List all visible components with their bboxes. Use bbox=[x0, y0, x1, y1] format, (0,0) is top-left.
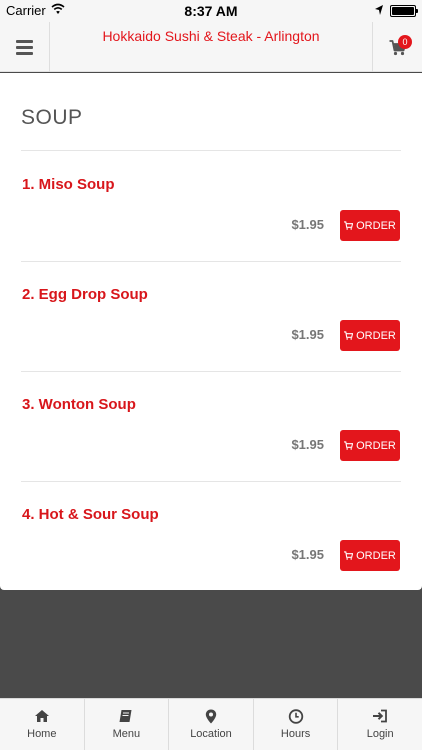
menu-item-price: $1.95 bbox=[291, 547, 324, 562]
book-icon bbox=[119, 710, 132, 722]
clock-icon bbox=[288, 709, 303, 724]
cart-icon bbox=[344, 551, 354, 560]
hamburger-bar bbox=[16, 45, 33, 49]
tab-label: Home bbox=[27, 728, 57, 740]
menu-item-price: $1.95 bbox=[291, 327, 324, 342]
tab-location[interactable]: Location bbox=[169, 699, 254, 750]
hamburger-menu-button[interactable] bbox=[0, 22, 50, 72]
order-label: ORDER bbox=[356, 549, 396, 562]
divider bbox=[21, 371, 401, 372]
order-button[interactable]: ORDER bbox=[340, 320, 400, 351]
order-label: ORDER bbox=[356, 329, 396, 342]
menu-section-card: SOUP 1. Miso Soup $1.95 ORDER 2. Egg Dro… bbox=[0, 73, 422, 590]
tab-hours[interactable]: Hours bbox=[254, 699, 339, 750]
order-label: ORDER bbox=[356, 219, 396, 232]
menu-item-price: $1.95 bbox=[291, 437, 324, 452]
tab-label: Location bbox=[190, 728, 232, 740]
cart-icon bbox=[344, 221, 354, 230]
cart-icon bbox=[344, 331, 354, 340]
home-icon bbox=[34, 710, 49, 722]
cart-count-badge: 0 bbox=[398, 35, 412, 49]
divider bbox=[21, 481, 401, 482]
divider bbox=[21, 150, 401, 151]
order-button[interactable]: ORDER bbox=[340, 540, 400, 571]
order-label: ORDER bbox=[356, 439, 396, 452]
hamburger-bar bbox=[16, 51, 33, 55]
status-bar: Carrier 8:37 AM bbox=[0, 0, 422, 22]
tab-label: Login bbox=[366, 728, 394, 740]
menu-item-name[interactable]: 3. Wonton Soup bbox=[22, 396, 136, 413]
tab-menu[interactable]: Menu bbox=[85, 699, 170, 750]
menu-item-name[interactable]: 4. Hot & Sour Soup bbox=[22, 506, 159, 523]
cart-icon bbox=[344, 441, 354, 450]
bottom-tab-bar: Home Menu Location Hours Login bbox=[0, 698, 422, 750]
menu-item-name[interactable]: 1. Miso Soup bbox=[22, 176, 115, 193]
tab-home[interactable]: Home bbox=[0, 699, 85, 750]
order-button[interactable]: ORDER bbox=[340, 430, 400, 461]
divider bbox=[21, 261, 401, 262]
tab-label: Menu bbox=[112, 728, 141, 740]
location-arrow-icon bbox=[375, 5, 383, 15]
cart-button[interactable]: 0 bbox=[372, 22, 422, 72]
tab-login[interactable]: Login bbox=[338, 699, 422, 750]
battery-icon bbox=[390, 5, 418, 17]
section-title: SOUP bbox=[21, 106, 83, 129]
menu-item-name[interactable]: 2. Egg Drop Soup bbox=[22, 286, 148, 303]
order-button[interactable]: ORDER bbox=[340, 210, 400, 241]
sign-in-icon bbox=[373, 709, 388, 723]
tab-label: Hours bbox=[280, 728, 311, 740]
hamburger-bar bbox=[16, 39, 33, 43]
app-header: Hokkaido Sushi & Steak - Arlington 0 bbox=[0, 22, 422, 72]
map-marker-icon bbox=[205, 709, 217, 724]
menu-item-price: $1.95 bbox=[291, 217, 324, 232]
restaurant-title: Hokkaido Sushi & Steak - Arlington bbox=[102, 28, 320, 44]
status-time: 8:37 AM bbox=[184, 3, 238, 19]
